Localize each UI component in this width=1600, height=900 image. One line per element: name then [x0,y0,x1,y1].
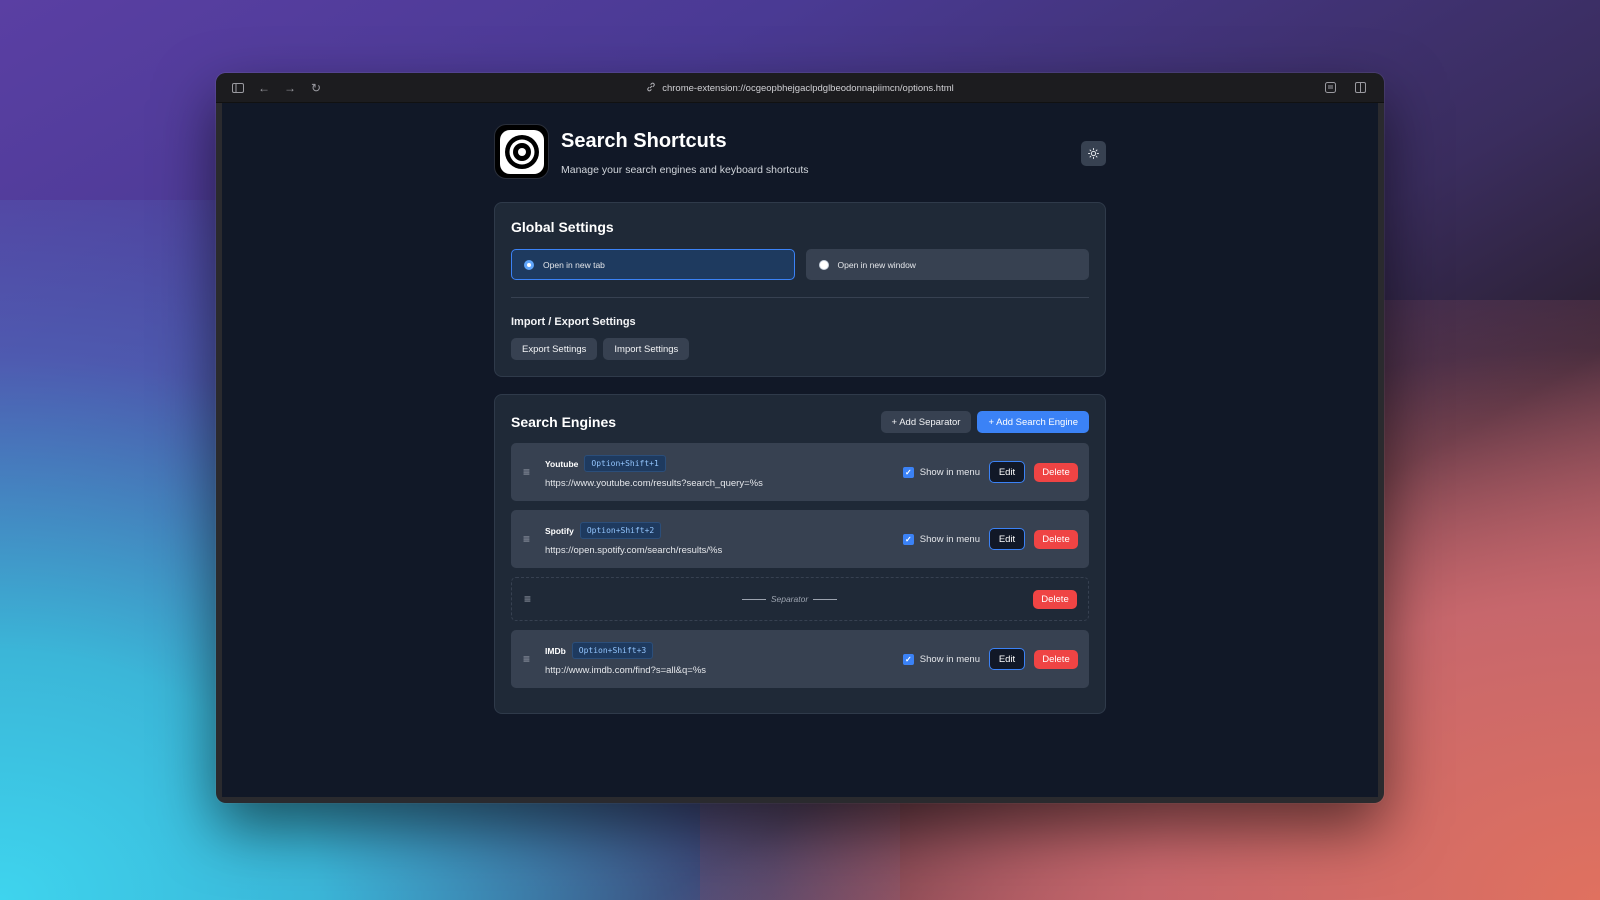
global-settings-title: Global Settings [511,219,614,235]
radio-label: Open in new tab [543,259,605,270]
browser-window: ← → ↻ chrome-extension://ocgeopbhejgaclp… [216,73,1384,803]
edit-button[interactable]: Edit [989,528,1025,550]
engine-name: Spotify [545,525,574,536]
list-item: ≡ Youtube Option+Shift+1 https://www.you… [511,443,1089,501]
engine-url: https://www.youtube.com/results?search_q… [545,478,763,489]
shortcut-badge: Option+Shift+2 [579,522,662,539]
show-in-menu-checkbox[interactable]: ✓ [902,653,914,665]
show-in-menu-checkbox[interactable]: ✓ [902,466,914,478]
engine-name: Youtube [545,458,579,469]
list-item: ≡ Spotify Option+Shift+2 https://open.sp… [511,510,1089,568]
separator-line [741,598,766,600]
sidebar-toggle-icon[interactable] [226,78,250,98]
link-icon [646,82,656,95]
sun-icon [1088,148,1099,159]
engine-name: IMDb [545,645,566,656]
shortcut-badge: Option+Shift+3 [571,642,654,659]
open-in-new-window-option[interactable]: Open in new window [805,249,1089,280]
drag-handle-icon[interactable]: ≡ [523,465,545,479]
edit-button[interactable]: Edit [989,648,1025,670]
separator-line [813,598,838,600]
drag-handle-icon[interactable]: ≡ [523,532,545,546]
edit-button[interactable]: Edit [989,461,1025,483]
shortcut-badge: Option+Shift+1 [584,455,666,472]
open-mode-radio-group: Open in new tab Open in new window [511,249,1089,280]
forward-icon[interactable]: → [278,78,302,98]
import-export-label: Import / Export Settings [511,316,636,328]
page-header: Search Shortcuts Manage your search engi… [494,124,1106,202]
address-url: chrome-extension://ocgeopbhejgaclpdglbeo… [662,82,954,94]
back-icon[interactable]: ← [252,78,276,98]
delete-button[interactable]: Delete [1034,462,1078,482]
add-search-engine-button[interactable]: + Add Search Engine [977,411,1089,433]
drag-handle-icon[interactable]: ≡ [523,652,545,666]
page-title: Search Shortcuts [561,130,727,152]
open-in-new-tab-option[interactable]: Open in new tab [511,249,795,280]
engine-url: http://www.imdb.com/find?s=all&q=%s [545,665,707,676]
drag-handle-icon[interactable]: ≡ [524,592,546,606]
reload-icon[interactable]: ↻ [304,78,328,98]
list-item: ≡ IMDb Option+Shift+3 http://www.imdb.co… [511,630,1089,688]
search-engines-title: Search Engines [511,414,617,430]
radio-selected-icon [524,259,534,270]
page-subtitle: Manage your search engines and keyboard … [561,164,809,176]
separator-item: ≡ Separator Delete [511,577,1089,621]
address-bar[interactable]: chrome-extension://ocgeopbhejgaclpdglbeo… [646,82,954,95]
engine-list: ≡ Youtube Option+Shift+1 https://www.you… [511,443,1089,688]
search-engines-card: Search Engines + Add Separator + Add Sea… [494,394,1106,714]
radio-label: Open in new window [837,259,916,270]
delete-button[interactable]: Delete [1034,649,1078,669]
show-in-menu-checkbox[interactable]: ✓ [902,533,914,545]
split-view-icon[interactable] [1348,78,1372,98]
divider [511,297,1089,298]
target-logo-icon [494,124,549,179]
browser-toolbar: ← → ↻ chrome-extension://ocgeopbhejgaclp… [216,73,1384,103]
show-in-menu-label: Show in menu [919,466,980,478]
global-settings-card: Global Settings Open in new tab Open in … [494,202,1106,377]
delete-button[interactable]: Delete [1033,589,1077,609]
add-separator-button[interactable]: + Add Separator [880,411,972,433]
radio-unselected-icon [818,259,829,270]
show-in-menu-label: Show in menu [919,533,980,545]
page-content: Search Shortcuts Manage your search engi… [222,103,1378,797]
separator-label: Separator [770,594,809,604]
show-in-menu-label: Show in menu [919,653,980,665]
theme-toggle-button[interactable] [1081,141,1106,166]
import-settings-button[interactable]: Import Settings [603,338,690,360]
reader-icon[interactable] [1318,78,1342,98]
delete-button[interactable]: Delete [1034,529,1078,549]
engine-url: https://open.spotify.com/search/results/… [545,545,723,556]
export-settings-button[interactable]: Export Settings [511,338,598,360]
